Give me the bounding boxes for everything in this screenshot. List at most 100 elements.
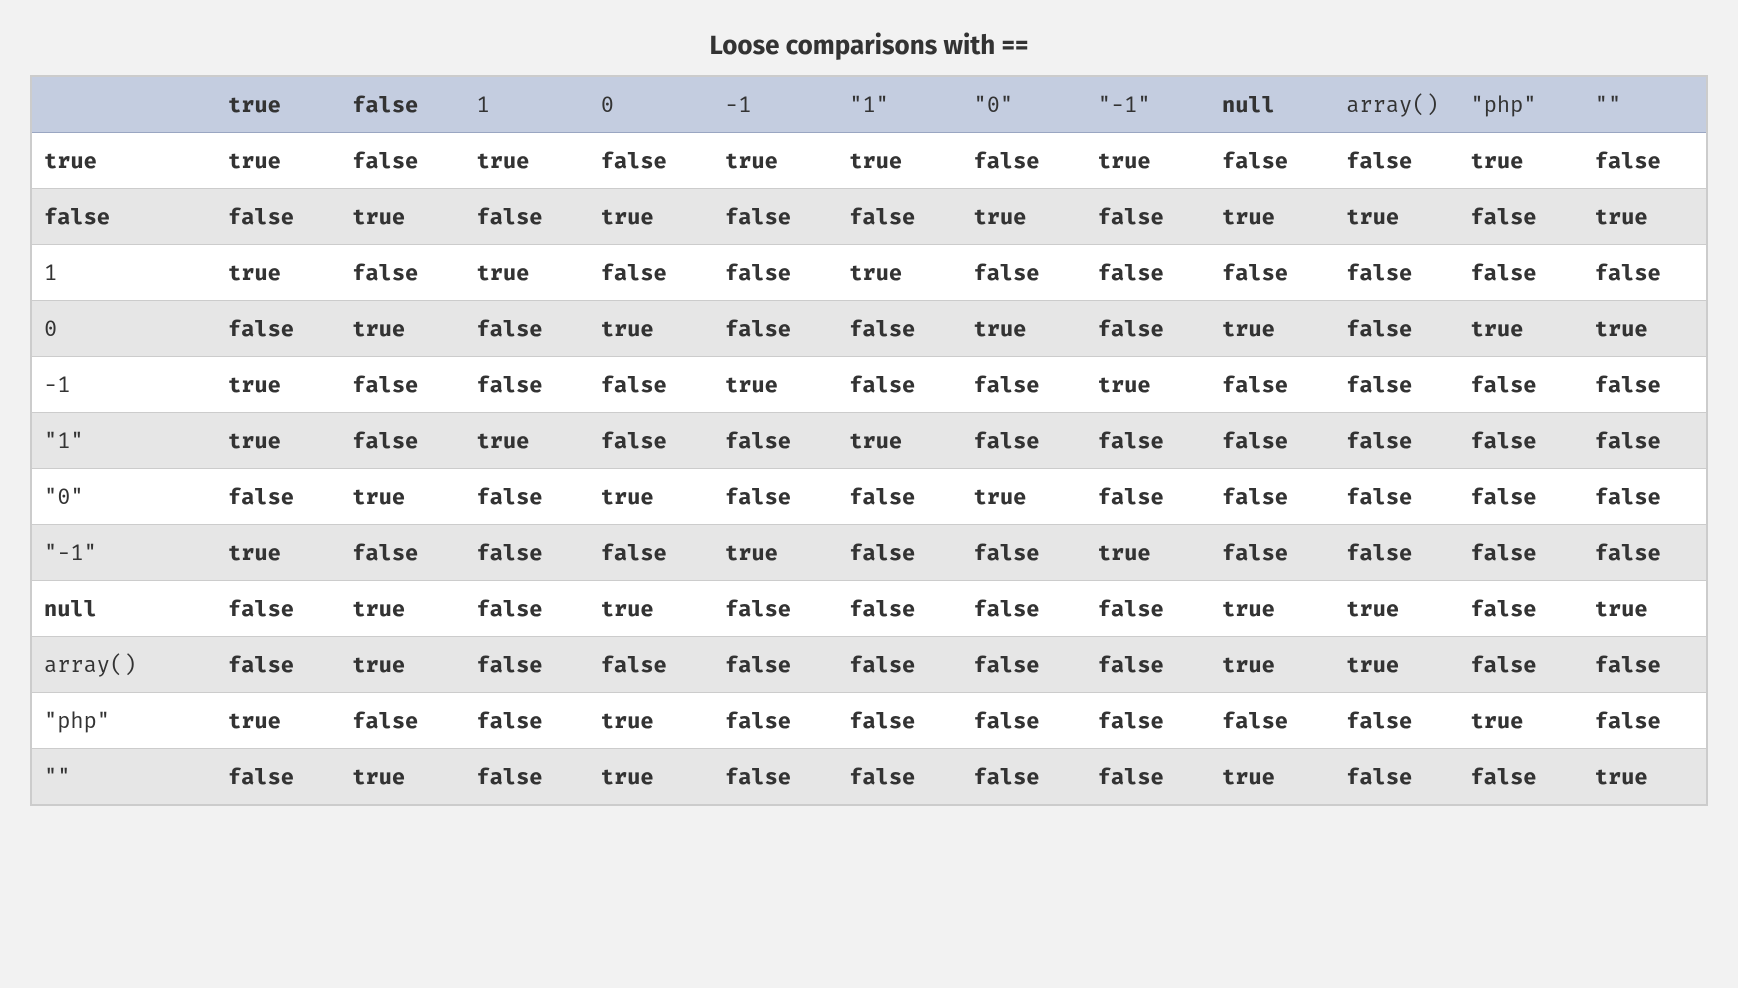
table-row: nullfalsetruefalsetruefalsefalsefalsefal… xyxy=(31,581,1707,637)
table-cell: false xyxy=(713,469,837,525)
table-cell: true xyxy=(1210,189,1334,245)
table-cell: false xyxy=(713,581,837,637)
column-header: "1" xyxy=(837,76,961,133)
table-cell: false xyxy=(589,133,713,189)
table-cell: false xyxy=(1459,469,1583,525)
table-cell: false xyxy=(713,637,837,693)
table-cell: false xyxy=(837,357,961,413)
table-cell: false xyxy=(589,245,713,301)
table-cell: true xyxy=(1086,357,1210,413)
table-cell: true xyxy=(1086,525,1210,581)
table-cell: false xyxy=(216,637,340,693)
table-cell: false xyxy=(1210,413,1334,469)
table-row: "-1"truefalsefalsefalsetruefalsefalsetru… xyxy=(31,525,1707,581)
table-cell: false xyxy=(962,693,1086,749)
table-cell: false xyxy=(465,357,589,413)
table-cell: false xyxy=(1086,693,1210,749)
table-cell: true xyxy=(962,301,1086,357)
table-row: falsefalsetruefalsetruefalsefalsetruefal… xyxy=(31,189,1707,245)
table-cell: false xyxy=(837,581,961,637)
row-header-label: 0 xyxy=(44,315,57,342)
table-cell: true xyxy=(216,357,340,413)
table-cell: true xyxy=(713,525,837,581)
table-cell: true xyxy=(465,133,589,189)
row-header: array() xyxy=(31,637,216,693)
table-cell: false xyxy=(1583,693,1707,749)
comparison-table: Loose comparisons with == truefalse10-1"… xyxy=(30,20,1708,806)
table-cell: true xyxy=(589,581,713,637)
table-cell: false xyxy=(340,357,464,413)
table-cell: false xyxy=(713,301,837,357)
table-cell: false xyxy=(1210,357,1334,413)
row-header: -1 xyxy=(31,357,216,413)
table-cell: true xyxy=(713,357,837,413)
table-cell: false xyxy=(1583,133,1707,189)
table-cell: true xyxy=(837,133,961,189)
row-header-label: "php" xyxy=(44,707,110,734)
table-cell: false xyxy=(1334,693,1458,749)
row-header-label: false xyxy=(44,203,110,230)
table-cell: false xyxy=(1210,525,1334,581)
row-header: "php" xyxy=(31,693,216,749)
table-cell: false xyxy=(1334,301,1458,357)
column-header-label: array() xyxy=(1346,91,1438,118)
row-header: 0 xyxy=(31,301,216,357)
table-cell: false xyxy=(1210,693,1334,749)
table-row: "php"truefalsefalsetruefalsefalsefalsefa… xyxy=(31,693,1707,749)
column-header: false xyxy=(340,76,464,133)
table-cell: true xyxy=(837,413,961,469)
row-header-label: "" xyxy=(44,763,70,790)
table-cell: false xyxy=(837,637,961,693)
table-cell: false xyxy=(216,749,340,806)
table-cell: false xyxy=(962,245,1086,301)
table-cell: false xyxy=(962,133,1086,189)
table-cell: false xyxy=(1086,245,1210,301)
row-header: "1" xyxy=(31,413,216,469)
column-header: "" xyxy=(1583,76,1707,133)
table-cell: true xyxy=(962,469,1086,525)
table-cell: true xyxy=(340,189,464,245)
table-cell: false xyxy=(1459,245,1583,301)
table-row: -1truefalsefalsefalsetruefalsefalsetruef… xyxy=(31,357,1707,413)
table-cell: true xyxy=(1583,581,1707,637)
table-cell: false xyxy=(1334,469,1458,525)
table-cell: false xyxy=(216,301,340,357)
table-row: "1"truefalsetruefalsefalsetruefalsefalse… xyxy=(31,413,1707,469)
table-cell: false xyxy=(1583,413,1707,469)
table-cell: true xyxy=(1334,189,1458,245)
table-cell: false xyxy=(837,189,961,245)
table-cell: true xyxy=(589,749,713,806)
table-cell: false xyxy=(1334,133,1458,189)
table-caption: Loose comparisons with == xyxy=(30,20,1708,75)
column-header-label: null xyxy=(1222,91,1275,118)
table-cell: false xyxy=(1210,469,1334,525)
table-cell: false xyxy=(837,525,961,581)
table-row: 0falsetruefalsetruefalsefalsetruefalsetr… xyxy=(31,301,1707,357)
row-header-label: 1 xyxy=(44,259,57,286)
table-body: truetruefalsetruefalsetruetruefalsetruef… xyxy=(31,133,1707,806)
table-cell: false xyxy=(837,693,961,749)
table-cell: true xyxy=(465,245,589,301)
row-header: false xyxy=(31,189,216,245)
row-header-label: "0" xyxy=(44,483,84,510)
row-header-label: "-1" xyxy=(44,539,97,566)
table-cell: false xyxy=(1086,469,1210,525)
table-cell: false xyxy=(962,637,1086,693)
table-cell: false xyxy=(465,301,589,357)
column-header: array() xyxy=(1334,76,1458,133)
table-cell: false xyxy=(1459,189,1583,245)
row-header-label: -1 xyxy=(44,371,70,398)
column-header-label: "-1" xyxy=(1098,91,1151,118)
table-cell: false xyxy=(713,749,837,806)
table-cell: false xyxy=(713,245,837,301)
table-cell: false xyxy=(340,133,464,189)
row-header-label: "1" xyxy=(44,427,84,454)
table-cell: true xyxy=(465,413,589,469)
table-cell: false xyxy=(1459,357,1583,413)
table-cell: true xyxy=(216,133,340,189)
table-cell: true xyxy=(340,469,464,525)
table-cell: false xyxy=(1334,525,1458,581)
table-cell: true xyxy=(340,301,464,357)
table-cell: true xyxy=(589,469,713,525)
table-cell: false xyxy=(340,693,464,749)
